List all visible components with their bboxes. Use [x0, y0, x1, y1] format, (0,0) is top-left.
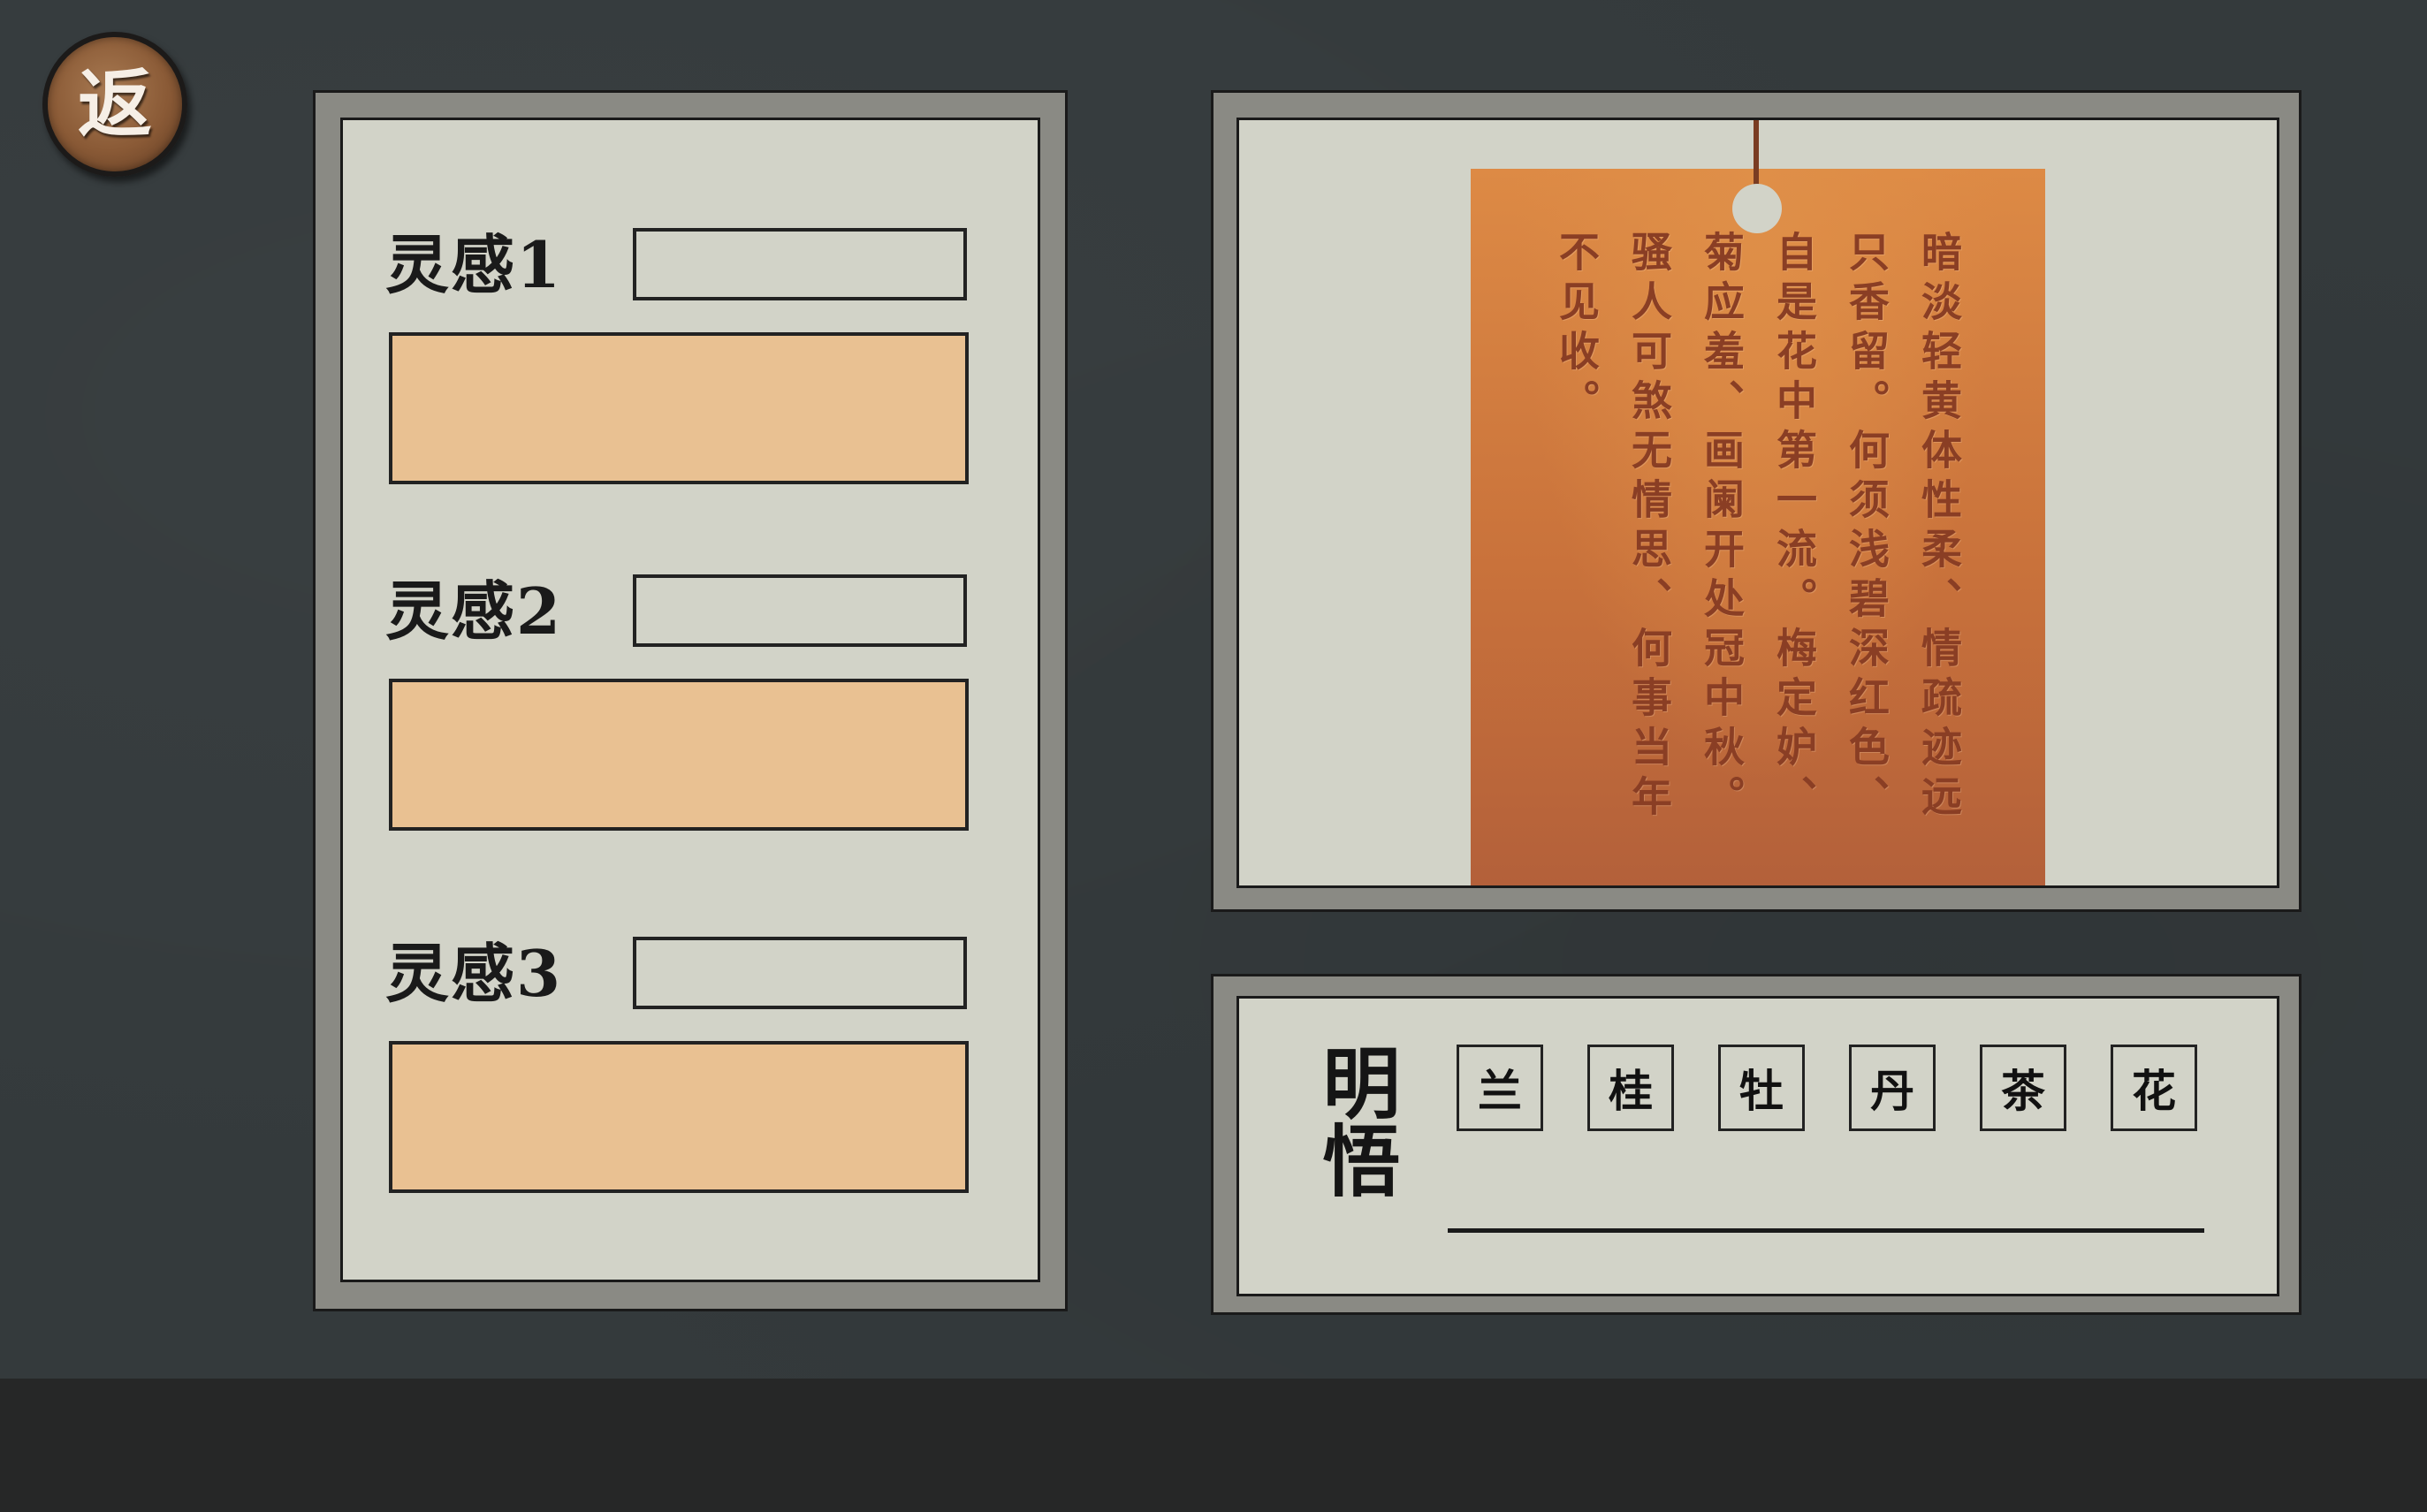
inspiration-panel: 灵感1 灵感2 灵感3: [313, 90, 1068, 1311]
choice-button-6[interactable]: 花: [2111, 1045, 2197, 1131]
poem-column-3: 自是花中第一流。梅定妒、: [1770, 231, 1818, 824]
choice-button-5[interactable]: 茶: [1980, 1045, 2066, 1131]
inspiration-2-name-slot[interactable]: [633, 574, 967, 647]
bottom-bar: [0, 1379, 2427, 1512]
inspiration-2-content-slot[interactable]: [389, 679, 969, 831]
choice-button-4[interactable]: 丹: [1849, 1045, 1936, 1131]
inspiration-1-name-slot[interactable]: [633, 228, 967, 300]
realization-panel: 明悟 兰 桂 牡 丹 茶 花: [1211, 974, 2301, 1315]
choice-button-2[interactable]: 桂: [1587, 1045, 1674, 1131]
poem-text: 暗淡轻黄体性柔、情疏迹远 只香留。何须浅碧深红色、 自是花中第一流。梅定妒、 菊…: [1471, 169, 2045, 885]
inspiration-1-label: 灵感1: [385, 227, 563, 302]
answer-line[interactable]: [1448, 1228, 2204, 1233]
choice-button-3[interactable]: 牡: [1718, 1045, 1805, 1131]
inspiration-1-content-slot[interactable]: [389, 332, 969, 484]
inspiration-3-name-slot[interactable]: [633, 937, 967, 1009]
inspiration-3-label: 灵感3: [385, 936, 563, 1011]
back-button[interactable]: 返: [42, 32, 187, 177]
poem-column-5: 骚人可煞无情思、何事当年: [1625, 231, 1673, 824]
inspiration-2-label: 灵感2: [385, 574, 563, 649]
poem-column-4: 菊应羞、画阑开处冠中秋。: [1698, 231, 1746, 824]
back-button-label: 返: [77, 60, 152, 148]
poem-column-6: 不见收。: [1553, 231, 1601, 429]
poem-column-2: 只香留。何须浅碧深红色、: [1843, 231, 1891, 824]
inspiration-panel-inner: 灵感1 灵感2 灵感3: [340, 118, 1040, 1282]
choice-button-1[interactable]: 兰: [1457, 1045, 1543, 1131]
poem-column-1: 暗淡轻黄体性柔、情疏迹远: [1915, 231, 1963, 824]
realization-panel-inner: 明悟 兰 桂 牡 丹 茶 花: [1236, 996, 2279, 1296]
poem-panel: 暗淡轻黄体性柔、情疏迹远 只香留。何须浅碧深红色、 自是花中第一流。梅定妒、 菊…: [1211, 90, 2301, 912]
realization-title: 明悟: [1310, 1043, 1402, 1198]
inspiration-3-content-slot[interactable]: [389, 1041, 969, 1193]
poem-panel-inner: 暗淡轻黄体性柔、情疏迹远 只香留。何须浅碧深红色、 自是花中第一流。梅定妒、 菊…: [1236, 118, 2279, 888]
